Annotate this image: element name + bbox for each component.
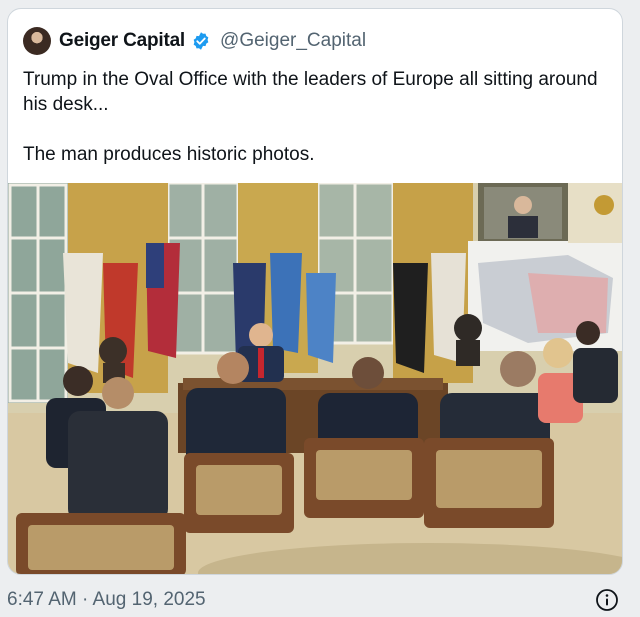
oval-office-photo xyxy=(8,183,622,574)
post-header: Geiger Capital @Geiger_Capital xyxy=(23,26,366,56)
post-footer: 6:47 AM · Aug 19, 2025 xyxy=(7,586,623,614)
author-handle[interactable]: @Geiger_Capital xyxy=(220,30,366,52)
post-card: Geiger Capital @Geiger_Capital Trump in … xyxy=(7,8,623,575)
post-timestamp[interactable]: 6:47 AM · Aug 19, 2025 xyxy=(7,589,206,611)
post-photo[interactable] xyxy=(8,183,622,574)
verified-badge-icon xyxy=(193,32,209,50)
info-icon[interactable] xyxy=(595,588,619,612)
avatar[interactable] xyxy=(23,27,51,55)
author-name[interactable]: Geiger Capital xyxy=(59,30,185,52)
post-text: Trump in the Oval Office with the leader… xyxy=(23,69,598,165)
